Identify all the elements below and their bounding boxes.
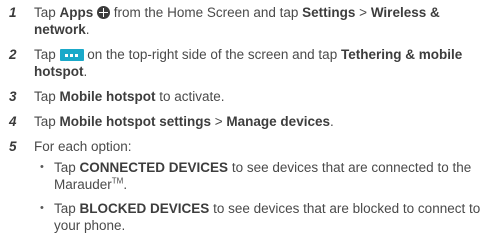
step-text: Tap: [34, 89, 60, 104]
step-text: to activate.: [155, 89, 225, 104]
step-4: 4 Tap Mobile hotspot settings > Manage d…: [0, 113, 483, 130]
step-text: Tap: [34, 47, 60, 62]
option-list: Tap CONNECTED DEVICES to see devices tha…: [34, 159, 483, 234]
bullet-bold-text: CONNECTED DEVICES: [79, 160, 229, 175]
step-1: 1 Tap Apps from the Home Screen and tap …: [0, 4, 483, 38]
step-text: .: [85, 22, 90, 37]
step-bold-text: Mobile hotspot settings: [59, 114, 212, 129]
apps-plus-icon: [97, 6, 111, 19]
step-number: 5: [9, 139, 17, 154]
step-number: 1: [9, 5, 17, 20]
step-number: 4: [9, 114, 17, 129]
step-3: 3 Tap Mobile hotspot to activate.: [0, 88, 483, 105]
step-bold-text: Apps: [59, 5, 94, 20]
bullet-text: .: [123, 177, 128, 192]
step-text: .: [83, 64, 88, 79]
step-text: Tap: [34, 114, 60, 129]
step-5: 5 For each option: Tap CONNECTED DEVICES…: [0, 138, 483, 234]
bullet-bold-text: BLOCKED DEVICES: [79, 201, 210, 216]
step-text: >: [355, 5, 371, 20]
step-text: For each option:: [34, 139, 132, 154]
step-text: .: [329, 114, 334, 129]
list-item: Tap CONNECTED DEVICES to see devices tha…: [34, 159, 483, 193]
step-number: 3: [9, 89, 17, 104]
step-text: on the top-right side of the screen and …: [83, 47, 341, 62]
step-text: Tap: [34, 5, 60, 20]
step-2: 2 Tap on the top-right side of the scree…: [0, 46, 483, 80]
bullet-text: Tap: [54, 160, 80, 175]
step-text: >: [211, 114, 227, 129]
more-menu-icon: [59, 49, 84, 61]
step-bold-text: Mobile hotspot: [59, 89, 156, 104]
step-bold-text: Manage devices: [226, 114, 330, 129]
list-item: Tap BLOCKED DEVICES to see devices that …: [34, 200, 483, 234]
bullet-text: Tap: [54, 201, 80, 216]
step-bold-text: Settings: [302, 5, 356, 20]
step-number: 2: [9, 47, 17, 62]
instruction-steps: 1 Tap Apps from the Home Screen and tap …: [0, 4, 483, 242]
trademark-sup: TM: [111, 176, 124, 186]
step-text: from the Home Screen and tap: [110, 5, 303, 20]
